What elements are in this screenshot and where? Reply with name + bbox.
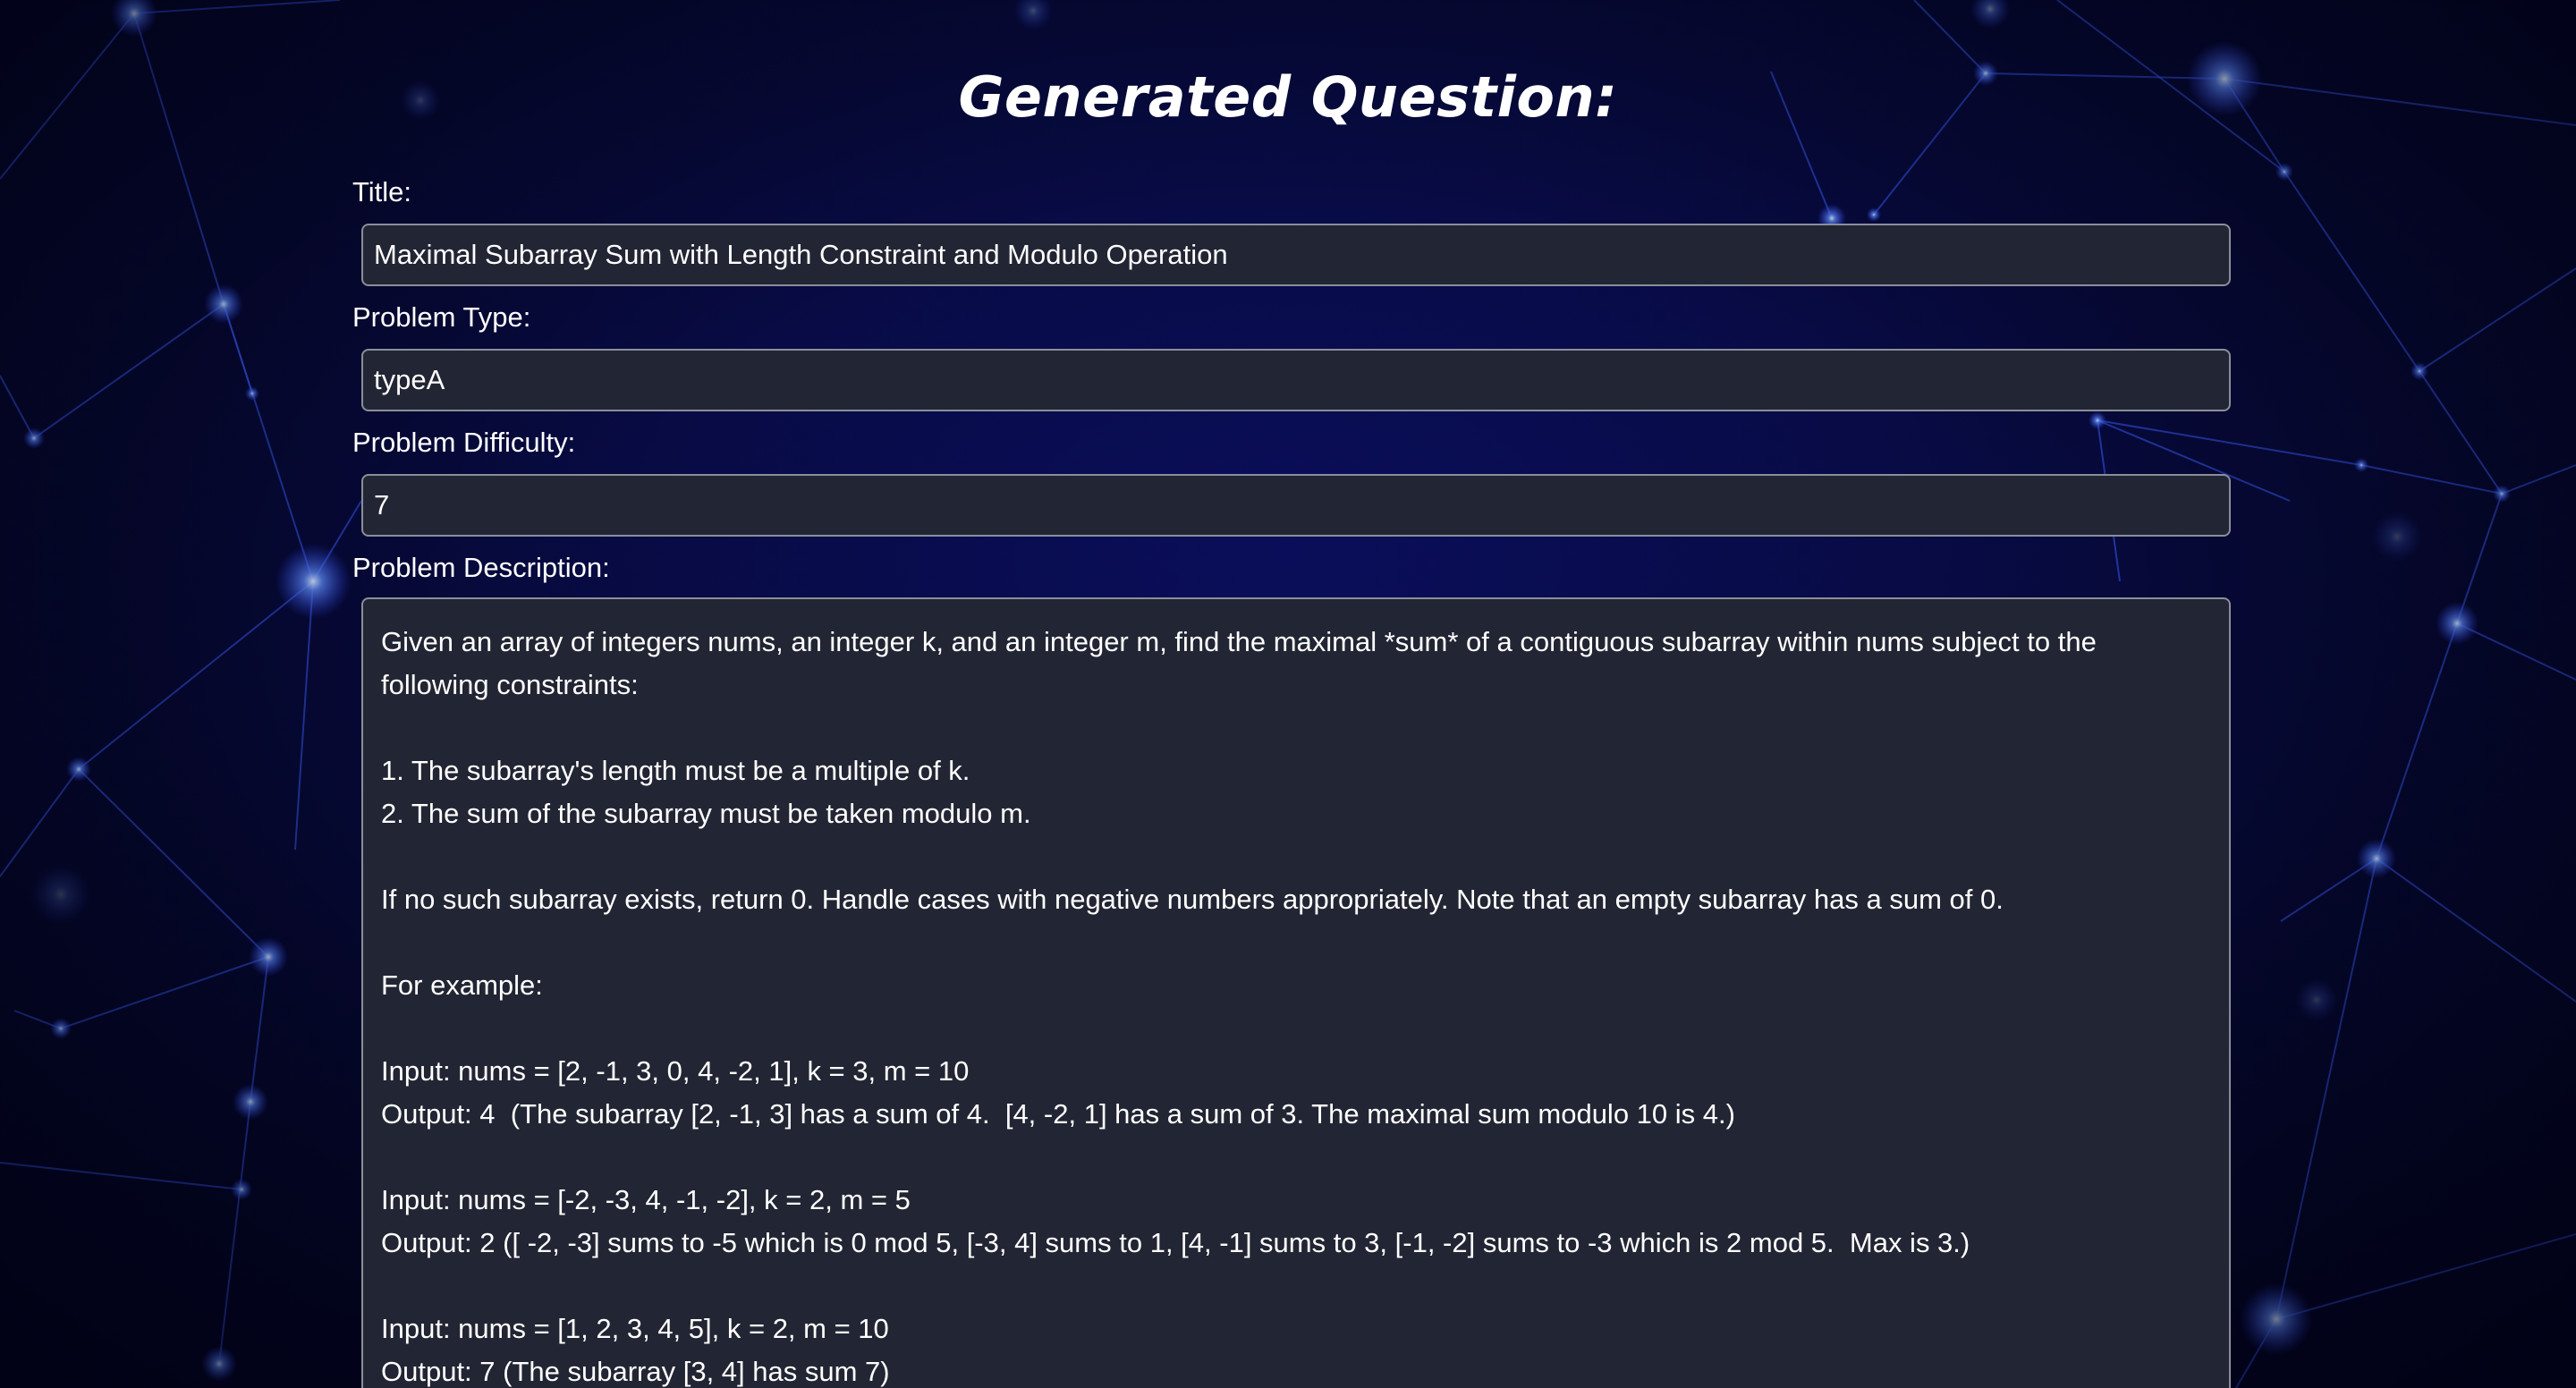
page-heading: Generated Question:	[958, 64, 1618, 130]
problem-type-label: Problem Type:	[352, 301, 531, 333]
problem-difficulty-label: Problem Difficulty:	[352, 427, 576, 458]
problem-description-field[interactable]: Given an array of integers nums, an inte…	[361, 597, 2231, 1388]
problem-type-field[interactable]	[361, 349, 2231, 411]
problem-difficulty-field[interactable]	[361, 474, 2231, 537]
title-field[interactable]	[361, 224, 2231, 286]
problem-description-label: Problem Description:	[352, 552, 610, 583]
generated-question-panel: Generated Question: Title: Problem Type:…	[0, 0, 2576, 1388]
title-label: Title:	[352, 176, 412, 207]
